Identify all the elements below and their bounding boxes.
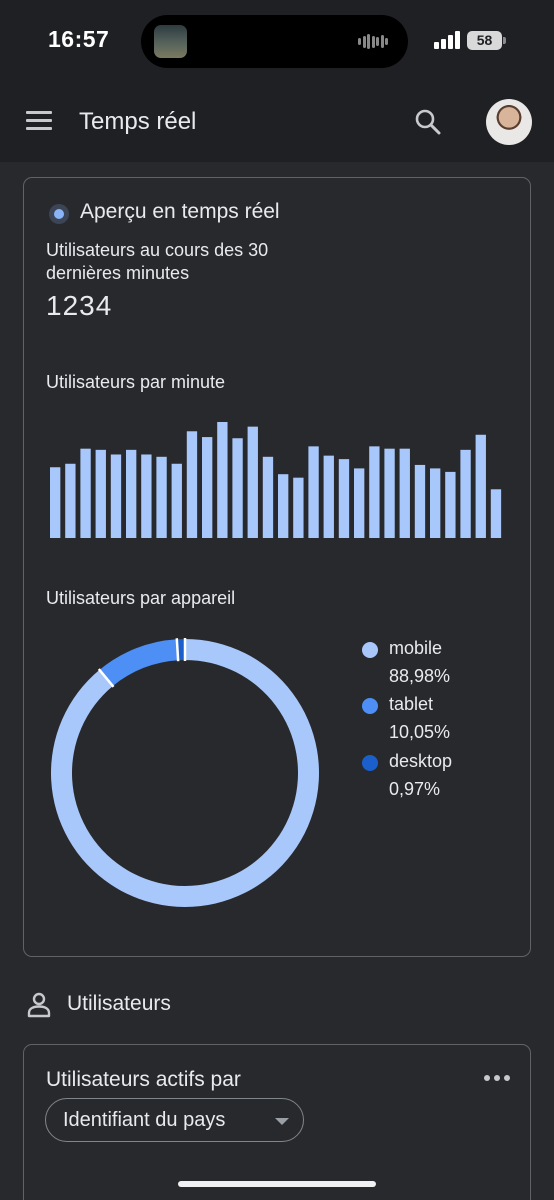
dynamic-island[interactable] [141, 15, 408, 68]
chart-bar [490, 489, 502, 538]
chart-bar [50, 467, 61, 538]
users-count: 1234 [46, 290, 113, 321]
chart-bar [202, 437, 213, 538]
chart-bar [445, 471, 456, 538]
chart-bar [354, 468, 365, 538]
legend-percentage: 0,97% [389, 779, 441, 799]
app-bar: Temps réel [0, 82, 554, 162]
live-indicator-icon [49, 204, 69, 224]
chart-bar [293, 477, 304, 538]
users-per-minute-label: Utilisateurs par minute [46, 372, 226, 392]
chart-bar [308, 446, 319, 538]
person-icon [27, 992, 51, 1018]
chart-bar [323, 455, 334, 538]
legend-name: tablet [389, 694, 434, 714]
chart-bar [430, 468, 441, 538]
legend-item-tablet: tablet 10,05% [362, 694, 512, 748]
search-icon[interactable] [414, 108, 442, 136]
legend-dot [362, 698, 378, 714]
chart-bar [171, 463, 182, 538]
status-time: 16:57 [48, 26, 110, 52]
chart-bar [262, 456, 274, 538]
chart-bar [110, 454, 122, 538]
page-title: Temps réel [79, 108, 197, 135]
chart-bar [156, 456, 167, 538]
screen: 16:57 58 Temps réel Aperçu en temps réel… [0, 0, 554, 1200]
chart-bar [141, 454, 152, 538]
legend-item-desktop: desktop 0,97% [362, 751, 512, 805]
donut-slice-mobile [50, 639, 319, 907]
donut-separator [175, 638, 180, 662]
chart-bar [369, 446, 380, 538]
dropdown-arrow-icon [275, 1118, 289, 1125]
legend-dot [362, 755, 378, 771]
chart-bar [475, 434, 486, 538]
card-title: Aperçu en temps réel [80, 200, 280, 223]
menu-icon[interactable] [26, 111, 52, 131]
chart-bar [232, 438, 243, 538]
active-users-card-title: Utilisateurs actifs par [46, 1068, 241, 1091]
legend-item-mobile: mobile 88,98% [362, 638, 512, 692]
legend-name: mobile [389, 638, 443, 658]
users-per-minute-chart [50, 422, 502, 538]
chart-bar [80, 448, 91, 538]
chart-bar [338, 459, 350, 538]
status-bar: 16:57 58 [0, 0, 554, 82]
chart-bar [186, 431, 198, 538]
legend-percentage: 88,98% [389, 666, 451, 686]
chart-bar [384, 448, 395, 538]
chart-bar [126, 449, 137, 538]
now-playing-thumbnail [154, 25, 187, 58]
cellular-signal-icon [434, 31, 462, 49]
chart-bar [414, 464, 426, 538]
audio-wave-icon [358, 34, 388, 49]
dropdown-value: Identifiant du pays [63, 1109, 226, 1131]
chart-bar [399, 448, 410, 538]
chart-bar [460, 449, 471, 538]
users-per-device-label: Utilisateurs par appareil [46, 588, 236, 608]
users-last-30-min-label: Utilisateurs au cours des 30 dernières m… [46, 240, 269, 283]
battery-tip [503, 37, 506, 44]
legend-percentage: 10,05% [389, 722, 451, 742]
chart-bar [247, 426, 258, 538]
legend-name: desktop [389, 751, 453, 771]
more-options-icon[interactable] [484, 1075, 510, 1083]
dimension-dropdown[interactable]: Identifiant du pays [45, 1098, 304, 1142]
avatar[interactable] [486, 99, 532, 145]
chart-bar [217, 422, 228, 538]
legend-dot [362, 642, 378, 658]
battery-icon: 58 [467, 31, 502, 50]
chart-bar [95, 449, 106, 538]
users-section-title: Utilisateurs [67, 992, 171, 1015]
donut-slice-tablet [99, 639, 179, 687]
chart-bar [65, 463, 76, 538]
home-indicator[interactable] [178, 1181, 376, 1187]
chart-bar [278, 474, 289, 538]
users-per-device-chart [50, 638, 319, 907]
